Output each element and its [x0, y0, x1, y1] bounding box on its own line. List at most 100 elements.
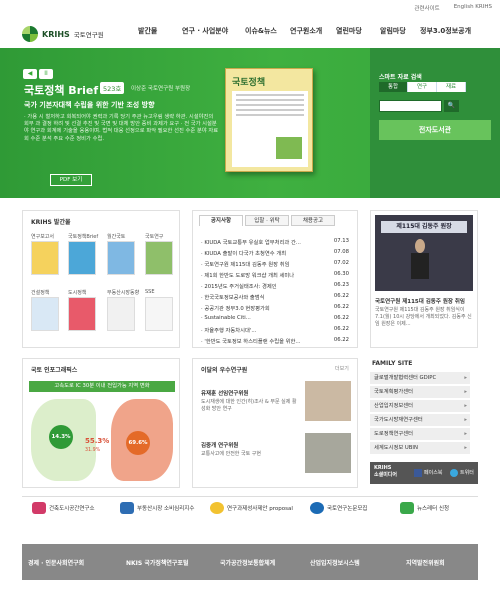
auri-icon — [32, 502, 46, 514]
twitter-label[interactable]: 트위터 — [460, 469, 474, 476]
researcher-2-desc: 교통사고에 안전한 국토 구현 — [201, 451, 261, 457]
banner-industrial[interactable]: 산업입지정보시스템 — [310, 558, 360, 567]
nav-item-publications[interactable]: 발간물 — [138, 26, 157, 36]
family-site-title: FAMILY SITE — [372, 360, 413, 367]
english-link[interactable]: English KRIHS — [454, 4, 492, 12]
family-site-road[interactable]: 도로정책연구센터 — [370, 428, 470, 440]
value-center-sub: 31.9% — [85, 448, 101, 453]
hero-title[interactable]: 국가 기본자대책 수립을 위한 기반 조성 방향 — [24, 100, 214, 110]
link-realestate[interactable]: 부동산시장 소비심리지수 — [120, 502, 200, 514]
pub-label-6[interactable]: 도시정책 — [68, 289, 86, 296]
nav-item-research[interactable]: 연구 · 사업분야 — [182, 26, 228, 36]
notice-row[interactable]: · '한반도 국토정보 하스티플랜 수립을 위한... 06.22 — [201, 337, 349, 345]
partner-banners: 경제 · 인문사회연구회 NKIS 국가정책연구포털 국가공간정보통합체계 산업… — [22, 544, 478, 580]
family-site-disaster[interactable]: 국가도시방재연구센터 — [370, 414, 470, 426]
pub-cover-8[interactable] — [145, 297, 173, 331]
pub-cover-5[interactable] — [31, 297, 59, 331]
researchers-panel: 이달의 우수연구원 더보기 유재훈 선임연구위원 도시재생에 대한 인간(히)조… — [192, 358, 358, 488]
pub-label-7[interactable]: 부동산시장동향 — [107, 289, 139, 296]
value-right: 69.6% — [126, 431, 150, 455]
family-site-ubin[interactable]: 세계도시정보 UBIN — [370, 442, 470, 454]
twitter-icon[interactable] — [450, 469, 458, 477]
tab-recruit[interactable]: 채용공고 — [291, 215, 335, 226]
notice-row[interactable]: · 한국국토정보공사와 출범식 06.22 — [201, 293, 349, 301]
researcher-2-photo[interactable] — [305, 433, 351, 473]
search-icon[interactable]: 🔍 — [444, 100, 459, 112]
search-tab-all[interactable]: 통합 — [379, 82, 408, 92]
related-sites-link[interactable]: 관련사이트 — [414, 4, 439, 12]
pub-cover-6[interactable] — [68, 297, 96, 331]
infographics-banner: 고속도로 IC 30분 이내 전입가능 지역 변화 — [29, 381, 175, 392]
pub-cover-3[interactable] — [107, 241, 135, 275]
pub-label-4[interactable]: 국토연구 — [145, 233, 163, 240]
banner-regional[interactable]: 지역발전위원회 — [406, 558, 445, 567]
researchers-more-link[interactable]: 더보기 — [335, 365, 349, 372]
nav-item-open[interactable]: 열린마당 — [336, 26, 362, 36]
link-proposal[interactable]: 연구과제성사제안 proposal — [210, 502, 300, 514]
hero-prev-button[interactable]: ◀ — [23, 69, 37, 79]
tab-bidding[interactable]: 입찰 · 위탁 — [245, 215, 289, 226]
notice-row[interactable]: · 제1회 한반도 도로망 워크샵 개최 세미나 06.30 — [201, 271, 349, 279]
hero-issue-number: 523호 — [100, 82, 125, 94]
notice-row[interactable]: · KIUDA 국토교통부 유실호 업무처리과 간... 07.13 — [201, 238, 349, 246]
hero-brief-title: 국토정책 Brief — [24, 84, 99, 97]
pub-label-1[interactable]: 연구보고서 — [31, 233, 54, 240]
utility-links: 관련사이트 English KRIHS — [414, 4, 492, 12]
notice-row[interactable]: · Sustainable Citi... 06.22 — [201, 315, 349, 321]
banner-nrc[interactable]: 경제 · 인문사회연구회 — [28, 558, 84, 567]
notice-row[interactable]: · 2015년도 주거실태조사: 경제인 06.23 — [201, 282, 349, 290]
e-library-button[interactable]: 전자도서관 — [379, 120, 491, 140]
divider — [22, 496, 478, 497]
family-site-gdipc[interactable]: 글로벌개발협력센터 GDIPC — [370, 372, 470, 384]
notice-row[interactable]: · 공공기관 정부3.0 현장평가회 06.22 — [201, 304, 349, 312]
tab-notice[interactable]: 공지사항 — [199, 215, 243, 226]
value-center: 55.3% — [85, 437, 110, 445]
notice-row[interactable]: · 국토연구원 제115대 김동주 원장 취임 07.02 — [201, 260, 349, 268]
banner-nkis[interactable]: NKIS 국가정책연구포털 — [126, 558, 188, 567]
brief-cover-image[interactable]: 국토정책 — [225, 68, 313, 172]
pdf-view-button[interactable]: PDF 보기 — [50, 174, 92, 186]
link-auri[interactable]: 건축도시공간연구소 — [32, 502, 95, 514]
search-tab-research[interactable]: 연구 — [408, 82, 437, 92]
family-site-industrial[interactable]: 산업입지정보센터 — [370, 400, 470, 412]
photo-banner-text: 제115대 김동주 원장 — [381, 221, 467, 233]
nav-item-notice[interactable]: 알림마당 — [380, 26, 406, 36]
nav-item-gov30[interactable]: 정부3.0정보공개 — [420, 26, 471, 36]
pub-label-8[interactable]: SSE — [145, 289, 155, 295]
hero-pause-button[interactable]: II — [39, 69, 53, 79]
pub-label-2[interactable]: 국토정책Brief — [68, 233, 98, 240]
researchers-title: 이달의 우수연구원 — [201, 367, 248, 374]
banner-nsdi[interactable]: 국가공간정보통합체계 — [220, 558, 275, 567]
family-site-planning[interactable]: 국토계획평가센터 — [370, 386, 470, 398]
publications-title: KRIHS 발간물 — [31, 219, 71, 226]
facebook-icon[interactable] — [414, 469, 422, 477]
researcher-1-name[interactable]: 유재훈 선임연구위원 — [201, 389, 297, 397]
researcher-1-photo[interactable] — [305, 381, 351, 421]
notice-row[interactable]: · KIUDA 출발이 다국가 초청연수 개최 07.08 — [201, 249, 349, 257]
facebook-label[interactable]: 페이스북 — [424, 469, 442, 476]
nav-item-about[interactable]: 연구원소개 — [290, 26, 322, 36]
social-media-bar: KRIHS 소셜미디어 페이스북 트위터 — [370, 462, 478, 484]
speaker-figure — [415, 239, 425, 253]
hero-controls: ◀ II — [23, 69, 53, 79]
pub-cover-2[interactable] — [68, 241, 96, 275]
pub-cover-4[interactable] — [145, 241, 173, 275]
notice-row[interactable]: · 자율주행 자동차시대'... 06.22 — [201, 326, 349, 334]
search-input[interactable] — [379, 100, 442, 112]
hero-author: 이상준 국토연구원 부원장 — [131, 86, 191, 92]
search-tab-data[interactable]: 재료 — [437, 82, 466, 92]
pub-cover-7[interactable] — [107, 297, 135, 331]
globe-icon — [310, 502, 324, 514]
nav-item-issues[interactable]: 이슈&뉴스 — [245, 26, 277, 36]
link-paper[interactable]: 국토연구논문모집 — [310, 502, 367, 514]
proposal-icon — [210, 502, 224, 514]
pub-label-5[interactable]: 건설정책 — [31, 289, 49, 296]
photo-news-title[interactable]: 국토연구원 제115대 김동주 원장 취임 — [375, 297, 475, 305]
infographics-panel: 국토 인포그래픽스 고속도로 IC 30분 이내 전입가능 지역 변화 14.3… — [22, 358, 180, 488]
pub-label-3[interactable]: 월간국토 — [107, 233, 125, 240]
researcher-2-name[interactable]: 김중개 연구위원 — [201, 441, 297, 449]
newsletter-icon — [400, 502, 414, 514]
pub-cover-1[interactable] — [31, 241, 59, 275]
link-newsletter[interactable]: 뉴스레터 신청 — [400, 502, 449, 514]
photo-news-image[interactable]: 제115대 김동주 원장 — [375, 215, 473, 291]
